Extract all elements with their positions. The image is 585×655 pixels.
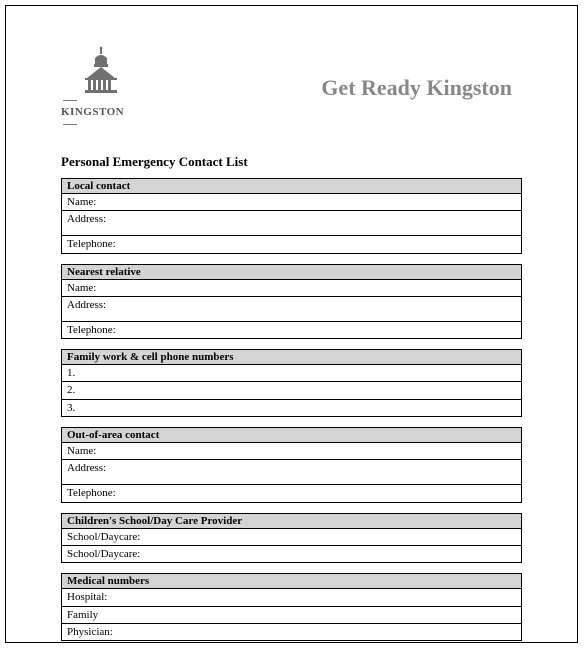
form-row: Address: (62, 296, 521, 321)
form-row: School/Daycare: (62, 545, 521, 562)
form-row: Address: (62, 210, 521, 235)
form-row: Family (62, 606, 521, 623)
section-header: Children's School/Day Care Provider (62, 514, 521, 529)
form-row: 1. (62, 365, 521, 381)
section-header: Out-of-area contact (62, 428, 521, 443)
section-header: Local contact (62, 179, 521, 194)
header-row: KINGSTON Get Ready Kingston (61, 46, 522, 130)
form-section: Nearest relativeName:Address:Telephone: (61, 264, 522, 340)
form-row: Name: (62, 194, 521, 210)
form-row: Address: (62, 459, 521, 484)
form-row: 3. (62, 399, 521, 416)
form-row: Telephone: (62, 321, 521, 338)
form-row: Name: (62, 443, 521, 459)
form-row: School/Daycare: (62, 529, 521, 545)
section-header: Nearest relative (62, 265, 521, 280)
sections-container: Local contactName:Address:Telephone:Near… (61, 178, 522, 641)
kingston-logo: KINGSTON (61, 46, 141, 130)
section-header: Family work & cell phone numbers (62, 350, 521, 365)
form-row: Hospital: (62, 589, 521, 605)
form-section: Local contactName:Address:Telephone: (61, 178, 522, 254)
section-header: Medical numbers (62, 574, 521, 589)
kingston-city-hall-icon (81, 46, 121, 96)
form-section: Medical numbersHospital:FamilyPhysician: (61, 573, 522, 641)
form-row: 2. (62, 381, 521, 398)
form-row: Telephone: (62, 484, 521, 501)
form-section: Family work & cell phone numbers1.2.3. (61, 349, 522, 417)
form-row: Telephone: (62, 235, 521, 252)
document-title: Personal Emergency Contact List (61, 154, 522, 170)
form-row: Physician: (62, 623, 521, 640)
form-row: Name: (62, 280, 521, 296)
form-section: Children's School/Day Care ProviderSchoo… (61, 513, 522, 564)
form-section: Out-of-area contactName:Address:Telephon… (61, 427, 522, 503)
document-page: KINGSTON Get Ready Kingston Personal Eme… (5, 5, 578, 643)
logo-text: KINGSTON (61, 94, 141, 130)
header-title: Get Ready Kingston (321, 75, 512, 101)
